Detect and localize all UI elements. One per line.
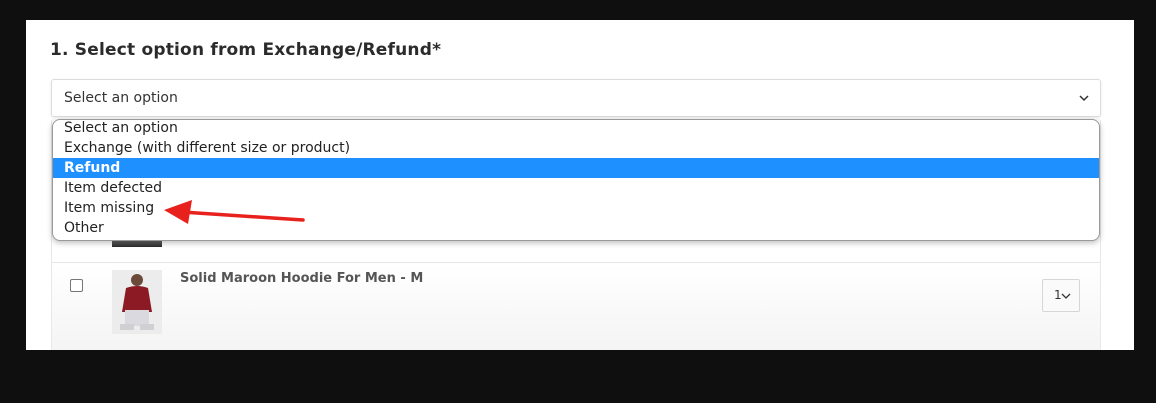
- product-row: Solid Maroon Hoodie For Men - M 1: [52, 263, 1100, 350]
- chevron-down-icon: [1079, 95, 1089, 102]
- product-select-checkbox[interactable]: [70, 279, 83, 292]
- select-current-value: Select an option: [64, 90, 178, 106]
- section-heading: 1. Select option from Exchange/Refund*: [50, 40, 442, 60]
- chevron-down-icon: [1061, 293, 1071, 299]
- red-arrow-icon: [164, 200, 305, 224]
- quantity-select[interactable]: 1: [1042, 279, 1080, 312]
- hoodie-model-image: [112, 270, 162, 334]
- option-select-an-option[interactable]: Select an option: [53, 120, 1099, 138]
- product-title: Solid Maroon Hoodie For Men - M: [180, 271, 424, 286]
- option-item-defected[interactable]: Item defected: [53, 178, 1099, 198]
- exchange-refund-select[interactable]: Select an option: [51, 79, 1101, 117]
- product-thumbnail: [112, 270, 162, 334]
- option-exchange[interactable]: Exchange (with different size or product…: [53, 138, 1099, 158]
- option-refund[interactable]: Refund: [53, 158, 1099, 178]
